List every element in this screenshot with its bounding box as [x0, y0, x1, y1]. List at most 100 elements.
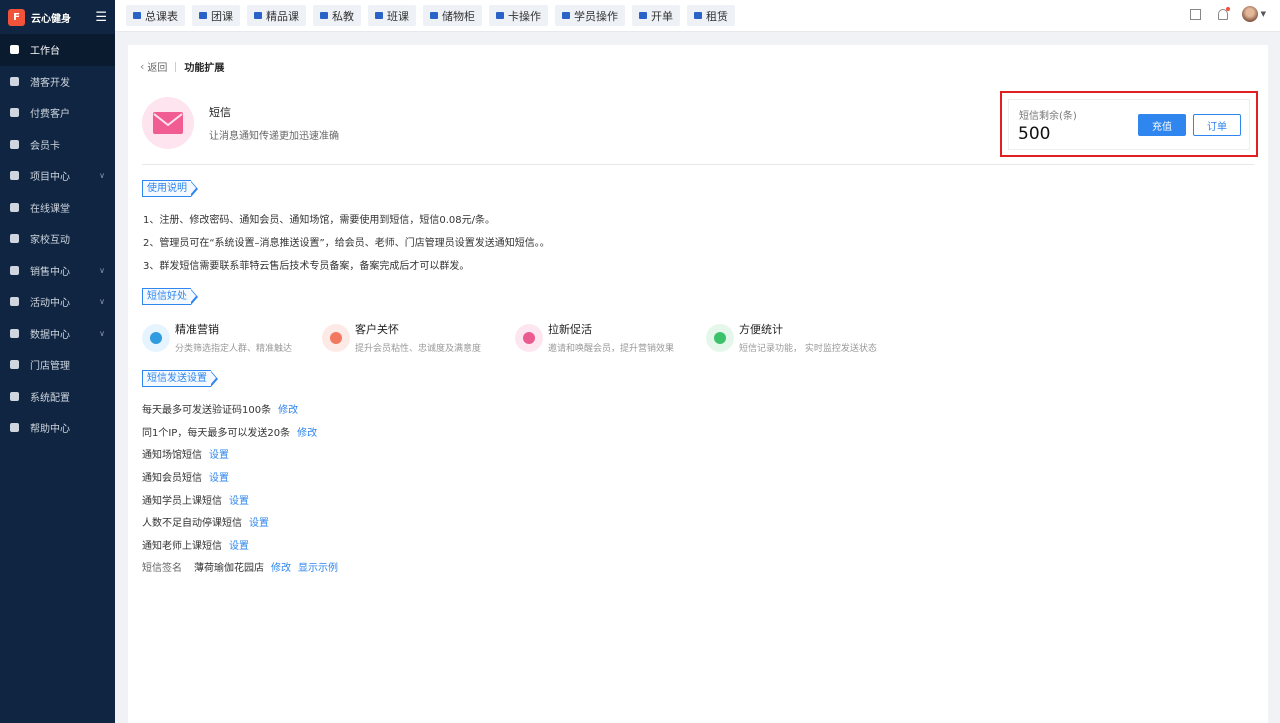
chevron-down-icon: ∨	[99, 297, 105, 307]
top-tab-label: 班课	[387, 9, 409, 23]
sidebar-item-label: 付费客户	[30, 109, 70, 121]
sidebar-item-icon	[10, 45, 19, 55]
breadcrumb: ‹ 返回 功能扩展	[140, 59, 224, 74]
setting-action-link[interactable]: 修改	[278, 401, 298, 416]
sidebar-item-label: 项目中心	[30, 172, 70, 184]
signature-edit-link[interactable]: 修改	[271, 559, 291, 574]
benefit-desc: 分类筛选指定人群、精准触达	[175, 344, 293, 354]
top-tab[interactable]: 私教	[313, 5, 361, 26]
signature-value: 薄荷瑜伽花园店	[194, 563, 264, 574]
sms-balance-highlight: 短信剩余(条) 500 充值 订单	[1000, 91, 1258, 157]
tab-icon	[375, 12, 383, 19]
tab-icon	[562, 12, 570, 19]
top-tab-label: 储物柜	[442, 9, 475, 23]
balance-label: 短信剩余(条)	[1019, 111, 1077, 122]
setting-action-link[interactable]: 设置	[229, 492, 249, 507]
sidebar-item[interactable]: 门店管理	[0, 349, 115, 381]
notification-dot	[1225, 6, 1230, 11]
setting-action-link[interactable]: 设置	[249, 514, 269, 529]
top-tab-label: 精品课	[266, 9, 299, 23]
sidebar-item[interactable]: 帮助中心	[0, 412, 115, 444]
instruction-3: 3、群发短信需要联系菲特云售后技术专员备案，备案完成后才可以群发。	[143, 261, 470, 272]
top-tabs: 总课表 团课 精品课 私教 班课 储物柜 卡操作 学员操作 开单 租赁	[126, 5, 742, 26]
sidebar-item-icon	[10, 391, 19, 401]
setting-row: 通知学员上课短信 设置	[142, 492, 249, 507]
setting-action-link[interactable]: 修改	[297, 424, 317, 439]
signature-example-link[interactable]: 显示示例	[298, 559, 338, 574]
top-tab-label: 开单	[651, 9, 673, 23]
brand: F 云心健身 ☰	[0, 0, 115, 34]
tab-icon	[254, 12, 262, 19]
user-add-icon	[515, 323, 543, 352]
tag-arrow-icon	[210, 370, 218, 387]
avatar[interactable]	[1241, 6, 1258, 22]
setting-action-link[interactable]: 设置	[209, 469, 229, 484]
sidebar-item[interactable]: 项目中心 ∨	[0, 160, 115, 192]
setting-row: 每天最多可发送验证码100条 修改	[142, 401, 298, 416]
sidebar-item-label: 会员卡	[30, 140, 60, 152]
caret-down-icon[interactable]: ▼	[1261, 10, 1266, 18]
sidebar-item-label: 帮助中心	[30, 424, 70, 436]
setting-action-link[interactable]: 设置	[209, 446, 229, 461]
top-tab[interactable]: 班课	[368, 5, 416, 26]
top-tab-label: 租赁	[706, 9, 728, 23]
back-link[interactable]: ‹ 返回	[140, 59, 167, 74]
benefit-desc: 提升会员粘性、忠诚度及满意度	[355, 344, 482, 354]
top-tab[interactable]: 学员操作	[555, 5, 625, 26]
sidebar-item[interactable]: 在线课堂	[0, 192, 115, 224]
sidebar-item[interactable]: 付费客户	[0, 97, 115, 129]
instruction-2: 2、管理员可在“系统设置–消息推送设置”，给会员、老师、门店管理员设置发送通知短…	[143, 238, 550, 249]
sidebar-item[interactable]: 会员卡	[0, 129, 115, 161]
sms-title: 短信	[209, 106, 231, 119]
app-name: 云心健身	[31, 13, 71, 25]
sidebar-item-label: 工作台	[30, 46, 60, 58]
order-button[interactable]: 订单	[1193, 114, 1241, 136]
sidebar: F 云心健身 ☰ 工作台 潜客开发 付费客户 会员卡 项目中心 ∨ 在线课堂 家校互动 销售中心…	[0, 0, 115, 723]
tag-arrow-icon	[190, 288, 198, 305]
benefit-desc: 短信记录功能， 实时监控发送状态	[739, 344, 877, 354]
breadcrumb-divider	[175, 61, 177, 72]
tab-icon	[639, 12, 647, 19]
top-tab[interactable]: 卡操作	[489, 5, 548, 26]
sidebar-item-icon	[10, 139, 19, 149]
bell-icon[interactable]	[1217, 6, 1230, 20]
benefit-title: 客户关怀	[355, 323, 399, 336]
sidebar-item-label: 系统配置	[30, 392, 70, 404]
app-logo: F	[8, 8, 25, 26]
qr-grid-icon[interactable]	[1189, 8, 1201, 20]
sidebar-item[interactable]: 活动中心 ∨	[0, 286, 115, 318]
hamburger-icon[interactable]: ☰	[95, 10, 107, 25]
benefit-title: 拉新促活	[548, 323, 592, 336]
benefit-item: 拉新促活邀请和唤醒会员，提升营销效果	[515, 321, 706, 354]
top-tab[interactable]: 开单	[632, 5, 680, 26]
top-tab[interactable]: 储物柜	[423, 5, 482, 26]
top-tab-label: 总课表	[145, 9, 178, 23]
tab-icon	[133, 12, 141, 19]
sidebar-item[interactable]: 工作台	[0, 34, 115, 66]
tab-icon	[430, 12, 438, 19]
section-benefits-label: 短信好处	[142, 288, 191, 305]
sms-balance-panel: 短信剩余(条) 500 充值 订单	[1008, 99, 1250, 150]
sidebar-item[interactable]: 潜客开发	[0, 66, 115, 98]
content-card: ‹ 返回 功能扩展 短信 让消息通知传递更加迅速准确 短信剩余(条) 500 充…	[128, 45, 1268, 723]
top-tab[interactable]: 精品课	[247, 5, 306, 26]
sidebar-item-icon	[10, 202, 19, 212]
top-tab[interactable]: 租赁	[687, 5, 735, 26]
sidebar-item[interactable]: 销售中心 ∨	[0, 255, 115, 287]
target-icon	[142, 323, 170, 352]
top-tab-label: 卡操作	[508, 9, 541, 23]
recharge-button[interactable]: 充值	[1138, 114, 1186, 136]
sidebar-item-icon	[10, 265, 19, 275]
sidebar-nav: 工作台 潜客开发 付费客户 会员卡 项目中心 ∨ 在线课堂 家校互动 销售中心 ∨ 活动中心 ∨ 数据中…	[0, 34, 115, 444]
benefit-desc: 邀请和唤醒会员，提升营销效果	[548, 344, 675, 354]
top-tab-label: 学员操作	[574, 9, 618, 23]
page-title: 功能扩展	[184, 63, 225, 74]
sidebar-item[interactable]: 数据中心 ∨	[0, 318, 115, 350]
chevron-down-icon: ∨	[99, 328, 105, 338]
sidebar-item[interactable]: 家校互动	[0, 223, 115, 255]
top-tab[interactable]: 总课表	[126, 5, 185, 26]
top-tab[interactable]: 团课	[192, 5, 240, 26]
setting-action-link[interactable]: 设置	[229, 537, 249, 552]
setting-row: 通知老师上课短信 设置	[142, 537, 249, 552]
sidebar-item[interactable]: 系统配置	[0, 381, 115, 413]
